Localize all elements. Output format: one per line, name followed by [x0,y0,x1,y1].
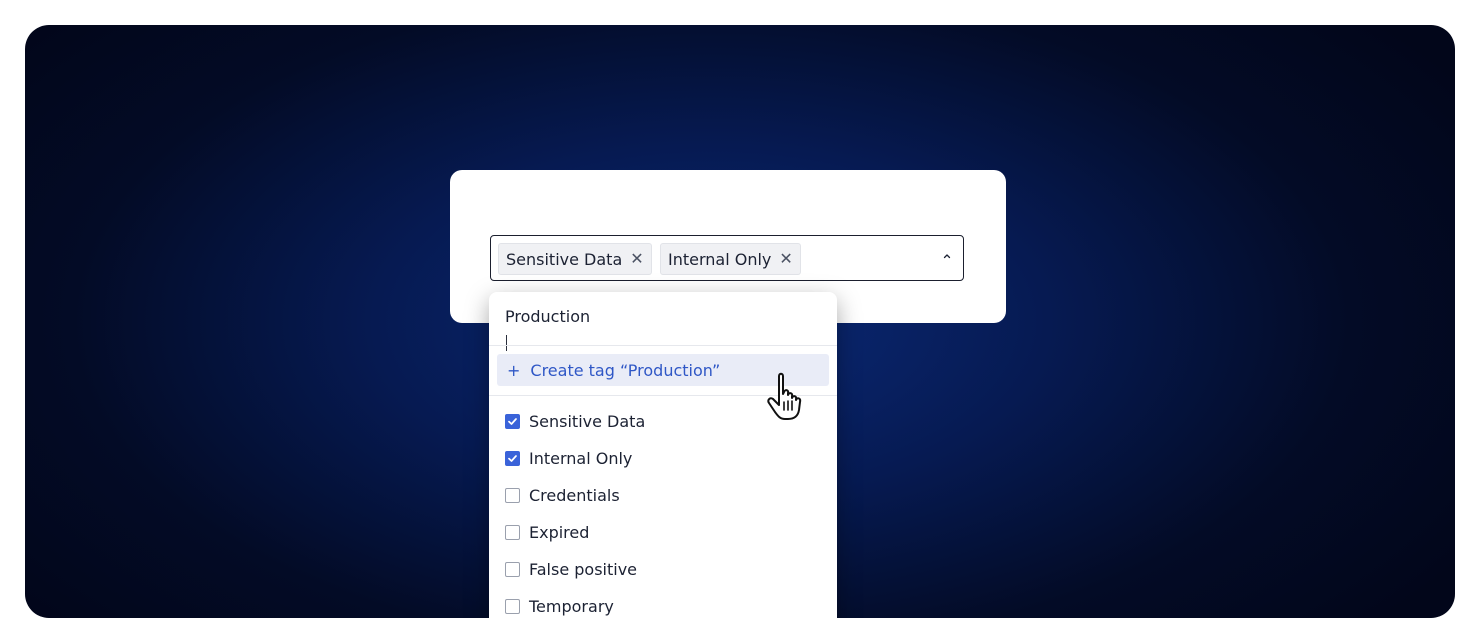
option-label: Internal Only [529,448,633,468]
option-label: Sensitive Data [529,411,646,431]
remove-tag-icon[interactable]: ✕ [630,251,643,267]
tag-option-expired[interactable]: Expired [505,519,589,545]
tag-chip-label: Internal Only [668,249,772,269]
tag-option-internal-only[interactable]: Internal Only [505,445,632,471]
tag-dropdown-menu: Production + Create tag “Production” Sen… [489,292,837,618]
hand-pointer-cursor-icon [767,372,802,420]
tag-multiselect[interactable]: Sensitive Data ✕ Internal Only ✕ [490,235,964,281]
option-label: Credentials [529,485,620,505]
tag-option-temporary[interactable]: Temporary [505,593,614,618]
tag-chip-label: Sensitive Data [506,249,623,269]
remove-tag-icon[interactable]: ✕ [779,251,792,267]
checkbox-unchecked-icon[interactable] [505,598,520,614]
chevron-up-icon[interactable] [943,252,951,260]
checkbox-unchecked-icon[interactable] [505,487,520,503]
option-label: False positive [529,559,638,579]
tag-option-false-positive[interactable]: False positive [505,556,637,582]
create-tag-label: Create tag “Production” [530,360,721,380]
checkbox-unchecked-icon[interactable] [505,561,520,577]
divider [489,345,837,346]
tag-chip-internal-only: Internal Only ✕ [660,243,801,275]
text-caret [506,335,507,351]
checkbox-checked-icon[interactable] [505,413,520,429]
tag-chip-sensitive-data: Sensitive Data ✕ [498,243,652,275]
option-label: Expired [529,522,590,542]
checkbox-checked-icon[interactable] [505,450,520,466]
plus-icon: + [507,360,521,380]
tag-search-input[interactable]: Production [505,307,590,326]
checkbox-unchecked-icon[interactable] [505,524,520,540]
tag-option-sensitive-data[interactable]: Sensitive Data [505,408,645,434]
tag-option-credentials[interactable]: Credentials [505,482,620,508]
option-label: Temporary [529,596,614,616]
backdrop: Sensitive Data ✕ Internal Only ✕ Product… [25,25,1455,618]
